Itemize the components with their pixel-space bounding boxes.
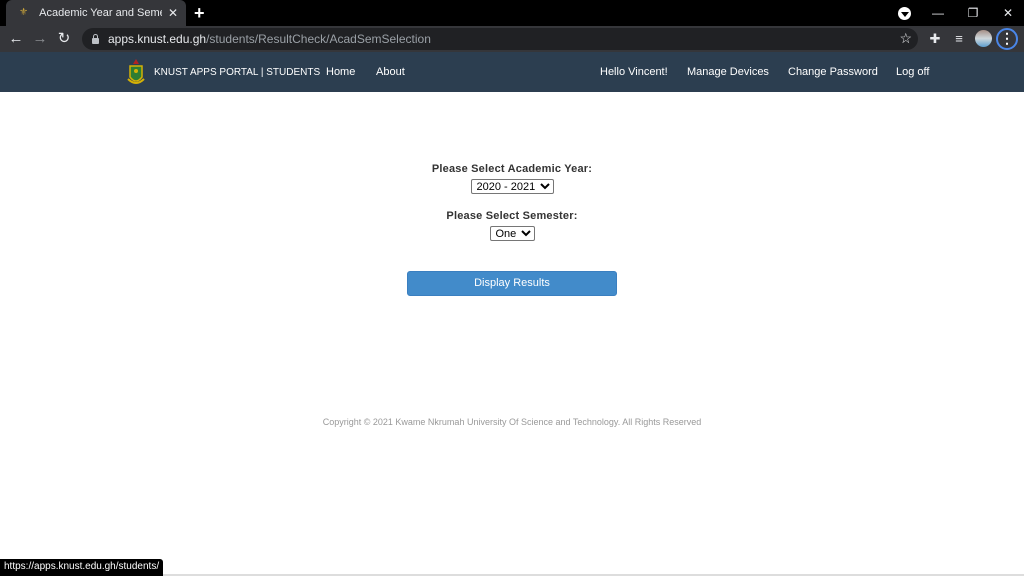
knust-crest-icon: ⚜ [19,7,29,18]
new-tab-button[interactable]: + [194,2,205,24]
nav-manage-devices[interactable]: Manage Devices [687,52,769,92]
media-queue-icon[interactable]: ≡ [949,29,969,49]
tab-strip: ⚜ Academic Year and Semester Selection ✕… [0,0,1024,26]
nav-home[interactable]: Home [326,52,355,92]
selection-form: Please Select Academic Year: 2020 - 2021… [0,92,1024,242]
display-results-button[interactable]: Display Results [407,271,617,296]
url-path: /students/ResultCheck/AcadSemSelection [206,32,431,46]
tab-title: Academic Year and Semester Selection [39,7,162,19]
knust-crest-icon [127,59,145,84]
bookmark-star-icon[interactable]: ☆ [899,30,912,47]
restore-button[interactable]: ❐ [955,0,991,26]
browser-toolbar: ← → ↻ apps.knust.edu.gh/students/ResultC… [0,26,1024,52]
nav-change-password[interactable]: Change Password [788,52,878,92]
nav-user-greeting[interactable]: Hello Vincent! [600,52,668,92]
brand-link[interactable]: KNUST APPS PORTAL | STUDENTS [126,56,320,88]
nav-log-off[interactable]: Log off [896,52,929,92]
close-tab-icon[interactable]: ✕ [168,6,178,20]
close-window-button[interactable]: ✕ [990,0,1024,26]
minimize-button[interactable]: — [920,0,956,26]
copyright-footer: Copyright © 2021 Kwame Nkrumah Universit… [322,417,702,427]
media-download-icon[interactable] [898,7,911,20]
url-host: apps.knust.edu.gh [108,32,207,46]
extensions-puzzle-icon[interactable]: ✚ [925,29,945,49]
browser-tab[interactable]: ⚜ Academic Year and Semester Selection ✕ [6,0,186,26]
address-bar[interactable]: apps.knust.edu.gh/students/ResultCheck/A… [82,28,918,50]
reload-icon[interactable]: ↻ [54,29,74,49]
profile-avatar[interactable] [975,30,992,47]
semester-select[interactable]: One [489,226,535,241]
brand-title: KNUST APPS PORTAL | STUDENTS [154,66,321,78]
status-bar-url: https://apps.knust.edu.gh/students/ [0,559,164,576]
browser-menu-icon[interactable]: ⋮ [996,28,1018,50]
forward-arrow-icon[interactable]: → [30,29,50,49]
academic-year-select[interactable]: 2020 - 2021 [470,179,554,194]
academic-year-label: Please Select Academic Year: [431,163,593,175]
semester-label: Please Select Semester: [446,210,578,222]
nav-about[interactable]: About [376,52,405,92]
lock-icon [92,33,99,44]
back-arrow-icon[interactable]: ← [6,29,26,49]
